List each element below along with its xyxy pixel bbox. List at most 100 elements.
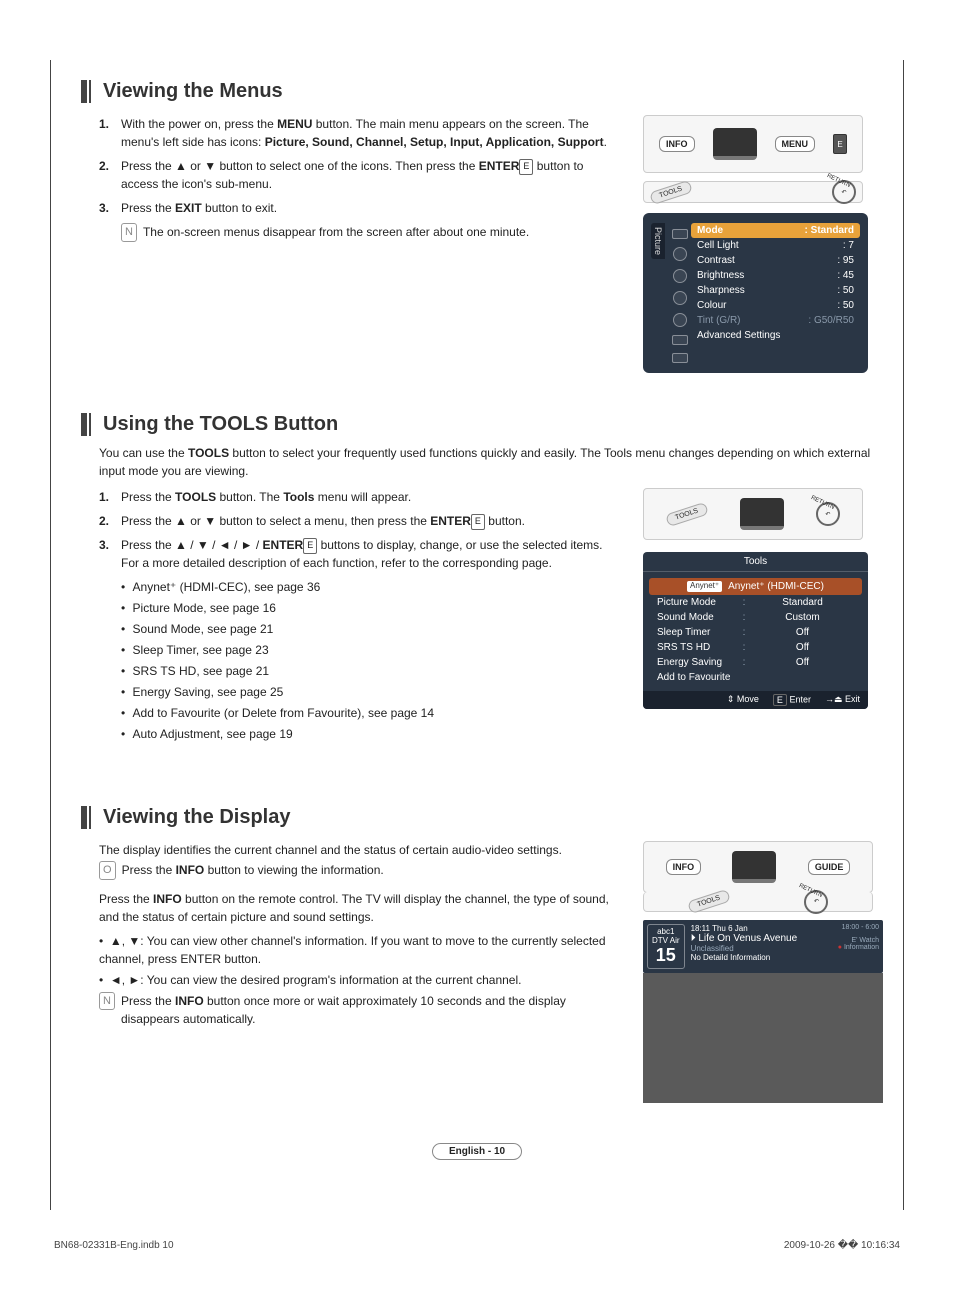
- title-bar: [81, 806, 87, 829]
- heading: Viewing the Menus: [103, 80, 283, 103]
- guide-button: GUIDE: [808, 859, 851, 875]
- section-body: 1. With the power on, press the MENU but…: [81, 115, 623, 373]
- tools-row: Add to Favourite: [653, 670, 858, 685]
- list-item: Picture Mode, see page 16: [121, 599, 623, 617]
- note: O Press the INFO button to viewing the i…: [99, 861, 623, 880]
- osd-row: Advanced Settings: [691, 328, 860, 343]
- osd-row: Cell Light: 7: [691, 238, 860, 253]
- tools-header: Tools: [643, 552, 868, 572]
- channel-type: DTV Air: [652, 936, 680, 945]
- text: The display identifies the current chann…: [99, 841, 623, 859]
- section-title: Viewing the Menus: [81, 80, 873, 103]
- step: 3. Press the EXIT button to exit.: [99, 199, 623, 217]
- channel-name: abc1: [652, 927, 680, 936]
- info-label: Information: [844, 944, 879, 951]
- remote-graphic-row2: TOOLS ↶: [643, 181, 863, 203]
- doc-timestamp: 2009-10-26 �� 10:16:34: [784, 1240, 900, 1251]
- list-item: SRS TS HD, see page 21: [121, 662, 623, 680]
- step: 2. Press the ▲ or ▼ button to select one…: [99, 157, 623, 193]
- list-item: • ▲, ▼: You can view other channel's inf…: [99, 932, 623, 968]
- osd-rows: Mode: Standard Cell Light: 7 Contrast: 9…: [691, 223, 860, 363]
- menu-icon: [673, 269, 687, 283]
- heading: Viewing the Display: [103, 806, 290, 829]
- tools-footer: ⇕ Move E Enter →⏏ Exit: [643, 691, 868, 709]
- menu-icon: [672, 229, 688, 239]
- return-icon: ↶: [832, 180, 856, 204]
- menu-icon: [673, 291, 687, 305]
- section-title: Using the TOOLS Button: [81, 413, 873, 436]
- section-tools: Using the TOOLS Button You can use the T…: [81, 413, 873, 746]
- text: Press the INFO button on the remote cont…: [99, 890, 623, 926]
- step: 2. Press the ▲ or ▼ button to select a m…: [99, 512, 623, 530]
- list-item: Anynet⁺ (HDMI-CEC), see page 36: [121, 578, 623, 596]
- tools-button: TOOLS: [649, 179, 693, 204]
- tools-button: TOOLS: [687, 889, 731, 914]
- program-detail: No Detaild Information: [691, 953, 832, 962]
- osd-icon-col: [669, 223, 691, 363]
- menu-icon: [672, 335, 688, 345]
- enter-icon: E: [303, 538, 317, 554]
- info-button: INFO: [666, 859, 702, 875]
- note: N Press the INFO button once more or wai…: [99, 992, 623, 1028]
- list-item: Auto Adjustment, see page 19: [121, 725, 623, 743]
- section-body: The display identifies the current chann…: [81, 841, 623, 1103]
- bullet-list: • ▲, ▼: You can view other channel's inf…: [99, 932, 623, 989]
- dpad-icon: [740, 498, 784, 530]
- menu-icon: [673, 313, 687, 327]
- info-note-icon: O: [99, 861, 116, 880]
- tools-row: Sleep Timer:Off: [653, 625, 858, 640]
- info-datetime: 18:11 Thu 6 Jan: [691, 924, 832, 933]
- step: 1. With the power on, press the MENU but…: [99, 115, 623, 151]
- list-item: • ◄, ►: You can view the desired program…: [99, 971, 623, 989]
- section-body: 1. Press the TOOLS button. The Tools men…: [81, 488, 623, 746]
- osd-row: Mode: Standard: [691, 223, 860, 238]
- osd-tab: Picture: [651, 223, 665, 259]
- info-button: INFO: [659, 136, 695, 152]
- title-bar-thin: [89, 806, 91, 829]
- remote-graphic-row2: TOOLS ↶: [643, 892, 873, 912]
- osd-row: Brightness: 45: [691, 268, 860, 283]
- tools-row: Picture Mode:Standard: [653, 595, 858, 610]
- doc-filename: BN68-02331B-Eng.indb 10: [54, 1240, 174, 1251]
- note-icon: N: [121, 223, 137, 242]
- section-display: Viewing the Display The display identifi…: [81, 806, 873, 1103]
- channel-number: 15: [652, 945, 680, 966]
- osd-row: Sharpness: 50: [691, 283, 860, 298]
- osd-row: Tint (G/R): G50/R50: [691, 313, 860, 328]
- intro-text: You can use the TOOLS button to select y…: [81, 444, 873, 480]
- page: Viewing the Menus 1. With the power on, …: [50, 60, 904, 1210]
- bullet-list: Anynet⁺ (HDMI-CEC), see page 36 Picture …: [99, 578, 623, 743]
- list-item: Add to Favourite (or Delete from Favouri…: [121, 704, 623, 722]
- osd-row: Colour: 50: [691, 298, 860, 313]
- list-item: Sound Mode, see page 21: [121, 620, 623, 638]
- title-bar: [81, 413, 87, 436]
- tools-row: Energy Saving:Off: [653, 655, 858, 670]
- title-bar-thin: [89, 80, 91, 103]
- dpad-icon: [713, 128, 757, 160]
- info-panel: abc1 DTV Air 15 18:11 Thu 6 Jan ⏵ Life O…: [643, 920, 883, 1103]
- list-item: Sleep Timer, see page 23: [121, 641, 623, 659]
- step: 1. Press the TOOLS button. The Tools men…: [99, 488, 623, 506]
- menu-icon: [672, 353, 688, 363]
- return-icon: ↶: [816, 502, 840, 526]
- title-bar-thin: [89, 413, 91, 436]
- enter-icon: E: [471, 514, 485, 530]
- program-genre: Unclassified: [691, 944, 832, 953]
- note-icon: N: [99, 992, 115, 1011]
- osd-row: Contrast: 95: [691, 253, 860, 268]
- remote-graphic: INFO GUIDE: [643, 841, 873, 893]
- page-number: English - 10: [432, 1143, 522, 1160]
- e-button: E: [833, 134, 847, 154]
- enter-icon: E: [519, 159, 533, 175]
- section-title: Viewing the Display: [81, 806, 873, 829]
- title-bar: [81, 80, 87, 103]
- tools-osd-menu: Tools Anynet⁺Anynet⁺ (HDMI-CEC) Picture …: [643, 552, 868, 709]
- menu-button: MENU: [775, 136, 816, 152]
- menu-icon: [673, 247, 687, 261]
- tv-preview: [643, 973, 883, 1103]
- osd-picture-menu: Picture Mode: Standard Cell Light: 7 Con: [643, 213, 868, 373]
- step: 3. Press the ▲ / ▼ / ◄ / ► / ENTERE butt…: [99, 536, 623, 572]
- program-time: 18:00 - 6:00: [838, 924, 879, 931]
- section-viewing-menus: Viewing the Menus 1. With the power on, …: [81, 80, 873, 373]
- watch-label: Watch: [859, 937, 879, 944]
